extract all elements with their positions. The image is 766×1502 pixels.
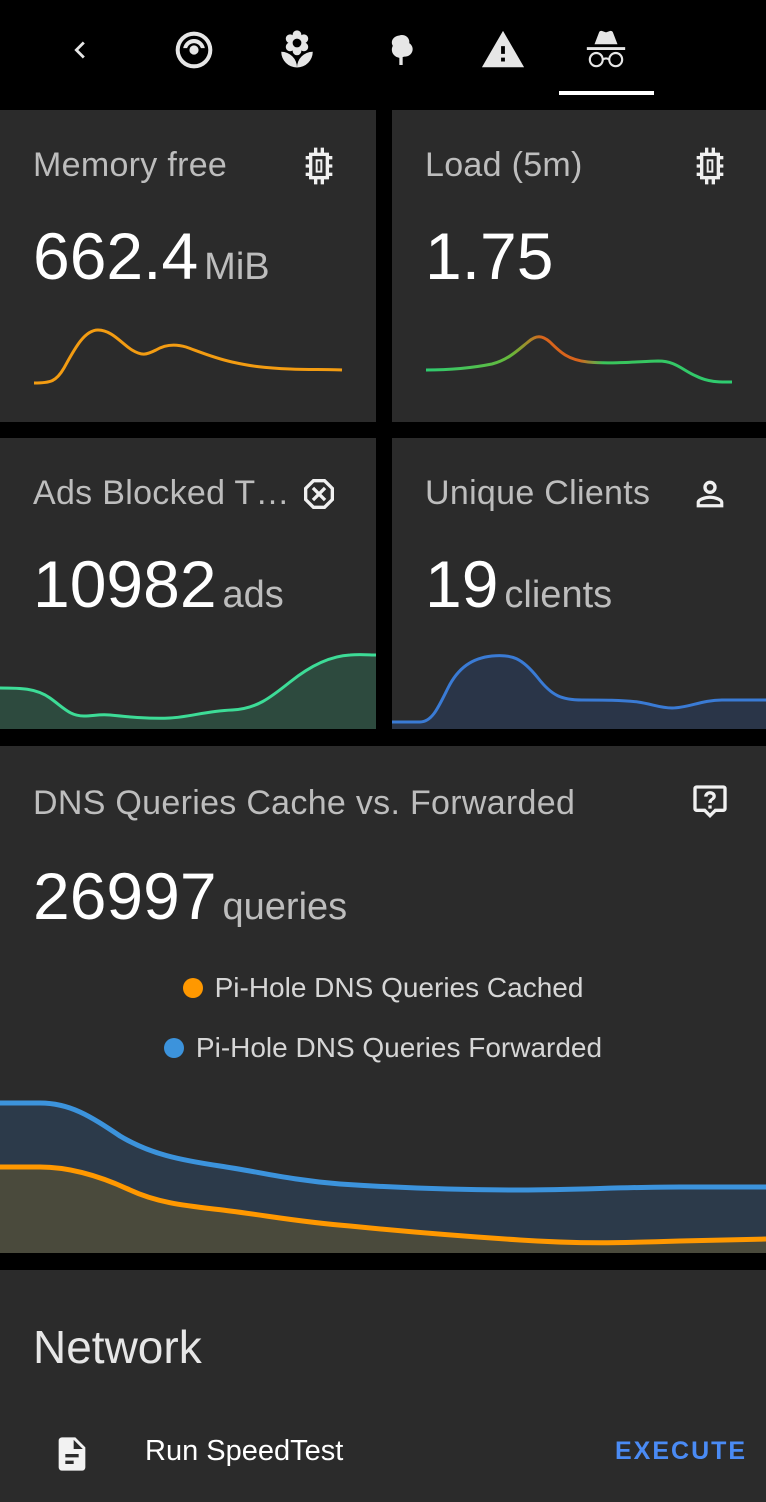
comment-question-icon [690, 782, 730, 822]
dns-area-chart [0, 1100, 766, 1253]
ads-sparkline [0, 653, 376, 729]
back-button[interactable] [50, 20, 110, 80]
section-title-network: Network [33, 1321, 202, 1373]
execute-button[interactable]: EXECUTE [615, 1437, 747, 1466]
card-value: 19 clients [425, 547, 613, 621]
dns-queries-card[interactable]: DNS Queries Cache vs. Forwarded 26997 que… [0, 746, 766, 1253]
incognito-icon [586, 30, 626, 68]
card-title: Memory free [33, 146, 228, 184]
card-title: Load (5m) [425, 146, 583, 184]
flower-icon [281, 30, 313, 68]
memory-sparkline [33, 328, 343, 385]
chip-icon [299, 146, 339, 186]
ads-blocked-card[interactable]: Ads Blocked T… 10982 ads [0, 438, 376, 729]
file-document-icon [52, 1434, 92, 1474]
network-card [0, 1270, 766, 1502]
load-sparkline [425, 335, 733, 384]
card-title: Unique Clients [425, 474, 651, 512]
card-value: 26997 queries [33, 859, 348, 933]
tab-vacuum[interactable] [164, 20, 224, 80]
legend-dot [163, 1038, 184, 1058]
tree-icon [391, 35, 413, 65]
load-card[interactable]: Load (5m) 1.75 [392, 110, 766, 422]
tab-pihole[interactable] [576, 20, 636, 80]
robot-vacuum-icon [175, 31, 213, 69]
tab-alerts[interactable] [473, 20, 533, 80]
legend-item-forwarded[interactable]: Pi-Hole DNS Queries Forwarded [0, 1032, 766, 1064]
chevron-left-icon [74, 41, 85, 59]
card-title: DNS Queries Cache vs. Forwarded [33, 784, 576, 822]
card-value: 10982 ads [33, 547, 284, 621]
legend-dot [182, 978, 203, 998]
tab-garden[interactable] [371, 20, 431, 80]
card-title: Ads Blocked T… [33, 474, 290, 512]
close-octagon-icon [299, 474, 339, 514]
alert-icon [481, 30, 525, 68]
tab-plants[interactable] [267, 20, 327, 80]
speedtest-label: Run SpeedTest [145, 1435, 344, 1467]
chip-icon [690, 146, 730, 186]
clients-sparkline [392, 654, 766, 729]
account-icon [690, 474, 730, 514]
card-value: 1.75 [425, 219, 554, 293]
unique-clients-card[interactable]: Unique Clients 19 clients [392, 438, 766, 729]
active-tab-indicator [559, 91, 654, 95]
legend-item-cached[interactable]: Pi-Hole DNS Queries Cached [0, 972, 766, 1004]
memory-free-card[interactable]: Memory free 662.4 MiB [0, 110, 376, 422]
card-value: 662.4 MiB [33, 219, 270, 293]
top-tab-bar [0, 0, 766, 100]
